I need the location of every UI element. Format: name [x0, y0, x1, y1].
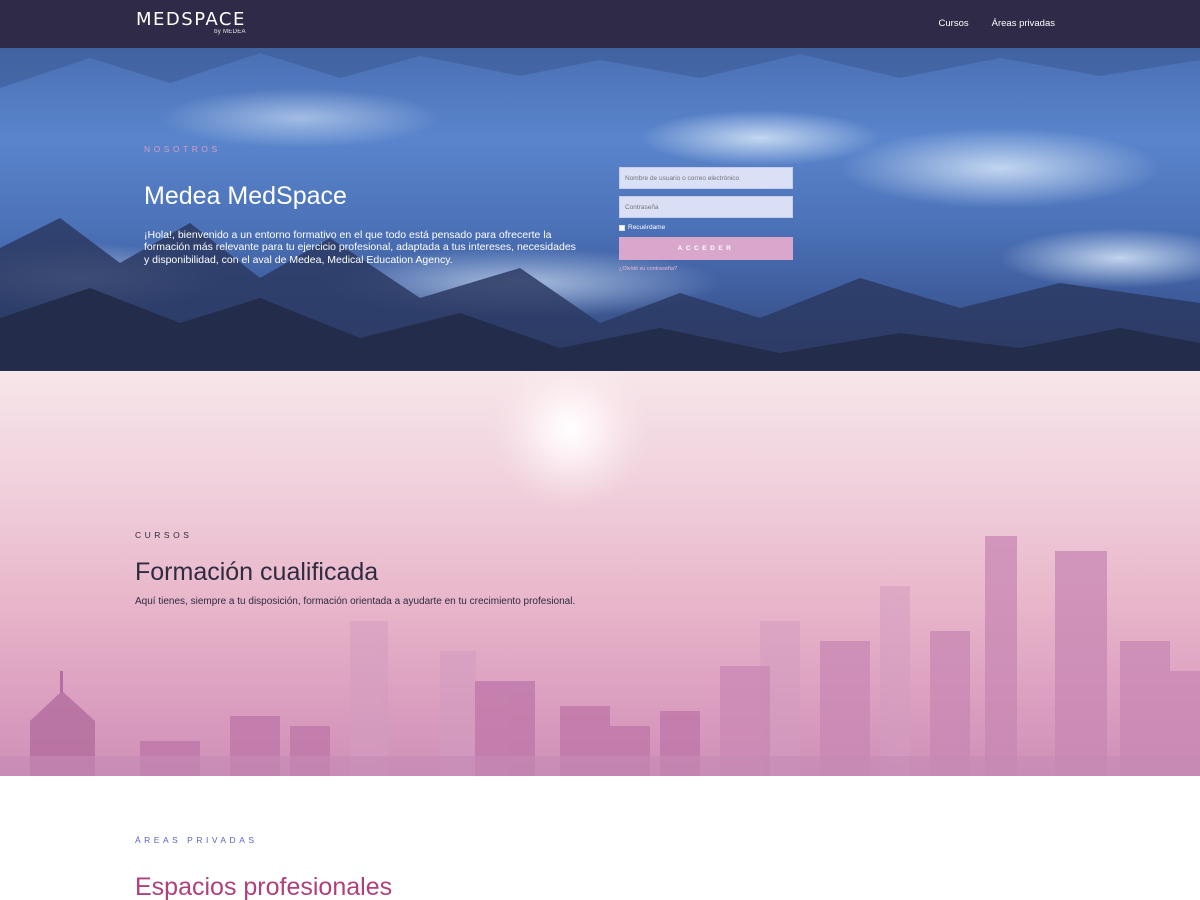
areas-eyebrow: ÁREAS PRIVADAS [135, 835, 258, 845]
hero-section: NOSOTROS Medea MedSpace ¡Hola!, bienveni… [0, 48, 1200, 371]
medspace-logo[interactable]: MEDSPACE by MEDEA [136, 9, 246, 36]
top-navigation-bar: MEDSPACE by MEDEA Cursos Áreas privadas [0, 0, 1200, 48]
forgot-password-link[interactable]: ¿Olvidó su contraseña? [619, 266, 793, 272]
courses-section: CURSOS Formación cualificada Aquí tienes… [0, 371, 1200, 776]
login-submit-button[interactable]: ACCEDER [619, 237, 793, 260]
login-form: Recuérdame ACCEDER ¿Olvidó su contraseña… [619, 167, 793, 272]
hero-description: ¡Hola!, bienvenido a un entorno formativ… [144, 229, 576, 266]
nav-link-cursos[interactable]: Cursos [939, 18, 969, 29]
hero-title: Medea MedSpace [144, 182, 347, 210]
private-areas-section: ÁREAS PRIVADAS Espacios profesionales [0, 776, 1200, 900]
main-nav: Cursos Áreas privadas [939, 18, 1055, 29]
courses-title: Formación cualificada [135, 558, 379, 586]
username-field[interactable] [619, 167, 793, 189]
courses-description: Aquí tienes, siempre a tu disposición, f… [135, 596, 576, 607]
logo-subtext: by MEDEA [214, 29, 246, 35]
remember-me-checkbox[interactable] [619, 224, 625, 231]
areas-title: Espacios profesionales [135, 873, 393, 900]
remember-me-label: Recuérdame [628, 224, 666, 231]
logo-text: MEDSPACE [136, 9, 246, 30]
remember-me-row: Recuérdame [619, 224, 793, 231]
password-field[interactable] [619, 196, 793, 218]
hero-eyebrow: NOSOTROS [144, 144, 221, 154]
courses-eyebrow: CURSOS [135, 530, 193, 540]
nav-link-areas-privadas[interactable]: Áreas privadas [992, 18, 1055, 29]
